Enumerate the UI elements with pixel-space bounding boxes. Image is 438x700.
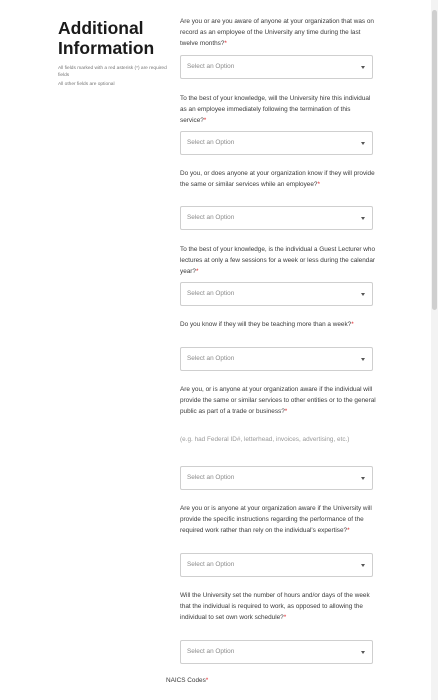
chevron-down-icon <box>361 564 365 567</box>
required-fields-note: All fields marked with a red asterisk (*… <box>58 66 167 78</box>
page-scrollbar[interactable] <box>431 0 438 700</box>
select-placeholder: Select an Option <box>187 474 235 481</box>
select-placeholder: Select an Option <box>187 214 235 221</box>
required-asterisk: * <box>284 407 288 415</box>
question-label: Are you, or is anyone at your organizati… <box>180 385 376 417</box>
question-select[interactable]: Select an Option <box>180 206 373 230</box>
question-label: Are you or are you aware of anyone at yo… <box>180 17 376 49</box>
question-label: To the best of your knowledge, will the … <box>180 94 376 126</box>
select-placeholder: Select an Option <box>187 63 235 70</box>
chevron-down-icon <box>361 217 365 220</box>
question-text: Are you or is anyone at your organizatio… <box>180 505 372 534</box>
question-select[interactable]: Select an Option <box>180 55 373 79</box>
select-placeholder: Select an Option <box>187 290 235 297</box>
question-text: Are you or are you aware of anyone at yo… <box>180 18 374 47</box>
question-text: Do you know if they will they be teachin… <box>180 321 352 328</box>
question-select[interactable]: Select an Option <box>180 553 373 577</box>
question-label: Will the University set the number of ho… <box>180 591 376 623</box>
select-placeholder: Select an Option <box>187 561 235 568</box>
required-asterisk: * <box>347 526 350 534</box>
required-asterisk: * <box>224 39 227 47</box>
required-asterisk: * <box>283 613 287 621</box>
question-select[interactable]: Select an Option <box>180 131 373 155</box>
chevron-down-icon <box>361 142 365 145</box>
chevron-down-icon <box>361 651 365 654</box>
question-hint: (e.g. had Federal ID#, letterhead, invoi… <box>180 436 350 443</box>
page-title: Additional Information <box>58 18 168 58</box>
naics-codes-label: NAICS Codes* <box>166 677 208 684</box>
question-text: To the best of your knowledge, is the in… <box>180 246 376 275</box>
required-asterisk: * <box>203 116 207 124</box>
required-asterisk: * <box>317 180 320 188</box>
required-asterisk: * <box>205 677 209 684</box>
question-select[interactable]: Select an Option <box>180 640 373 664</box>
chevron-down-icon <box>361 293 365 296</box>
page-title-line1: Additional <box>58 18 144 38</box>
question-text: Do you, or does anyone at your organizat… <box>180 170 375 188</box>
select-placeholder: Select an Option <box>187 648 235 655</box>
required-asterisk: * <box>196 267 199 275</box>
naics-label-text: NAICS Codes <box>166 677 206 684</box>
chevron-down-icon <box>361 66 365 69</box>
question-text: To the best of your knowledge, will the … <box>180 95 371 124</box>
select-placeholder: Select an Option <box>187 355 235 362</box>
chevron-down-icon <box>361 358 365 361</box>
question-select[interactable]: Select an Option <box>180 466 373 490</box>
question-select[interactable]: Select an Option <box>180 282 373 306</box>
sidebar: Additional Information All fields marked… <box>58 18 168 89</box>
question-label: Do you, or does anyone at your organizat… <box>180 169 376 191</box>
question-text: Will the University set the number of ho… <box>180 592 370 621</box>
page-title-line2: Information <box>58 38 155 58</box>
optional-fields-note: All other fields are optional <box>58 82 115 87</box>
question-select[interactable]: Select an Option <box>180 347 373 371</box>
question-label: Are you or is anyone at your organizatio… <box>180 504 376 536</box>
select-placeholder: Select an Option <box>187 139 235 146</box>
question-label: To the best of your knowledge, is the in… <box>180 245 376 277</box>
chevron-down-icon <box>361 477 365 480</box>
question-text: Are you, or is anyone at your organizati… <box>180 386 376 415</box>
scrollbar-thumb[interactable] <box>432 10 437 310</box>
question-label: Do you know if they will they be teachin… <box>180 320 376 331</box>
required-asterisk: * <box>351 321 354 328</box>
